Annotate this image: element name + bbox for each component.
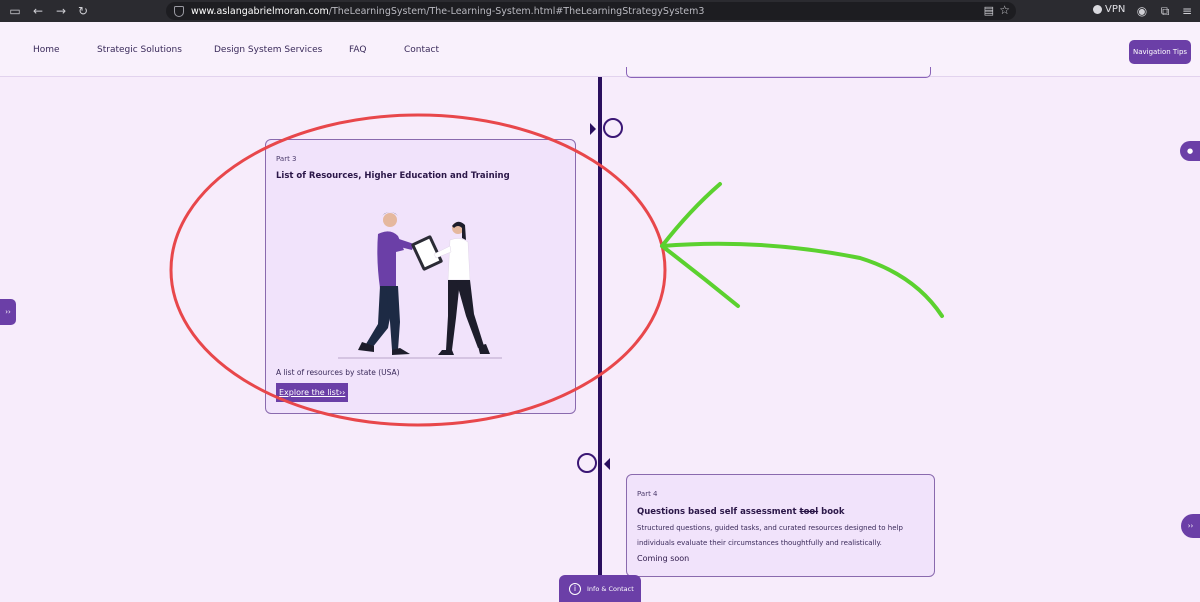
timeline-pointer-right (590, 123, 596, 135)
right-palette-tab[interactable]: ● (1180, 141, 1200, 161)
vpn-button[interactable]: VPN (1093, 4, 1125, 15)
menu-icon[interactable]: ≡ (1180, 4, 1194, 18)
shield-icon (174, 5, 184, 17)
coming-soon-label: Coming soon (637, 554, 690, 563)
card-description: A list of resources by state (USA) (276, 368, 400, 377)
browser-toolbar: ▭ ← → ↻ www.aslangabrielmoran.com/TheLea… (0, 0, 1200, 22)
nav-contact[interactable]: Contact (404, 45, 439, 55)
card-part3: Part 3 List of Resources, Higher Educati… (265, 139, 576, 414)
forward-icon[interactable]: → (54, 4, 68, 18)
nav-faq[interactable]: FAQ (349, 45, 366, 55)
card-title: Questions based self assessment tool boo… (637, 507, 845, 517)
right-side-tab[interactable]: ›› (1181, 514, 1200, 538)
green-arrow-head (660, 182, 740, 308)
nav-strategic-solutions[interactable]: Strategic Solutions (97, 45, 182, 55)
back-icon[interactable]: ← (31, 4, 45, 18)
reload-icon[interactable]: ↻ (76, 4, 90, 18)
nav-home[interactable]: Home (33, 45, 60, 55)
site-nav: Home Strategic Solutions Design System S… (0, 22, 1200, 77)
reader-mode-icon[interactable]: ▤ (984, 4, 994, 17)
nav-design-system-services[interactable]: Design System Services (214, 45, 322, 55)
green-arrow-shaft (660, 241, 944, 318)
navigation-tips-button[interactable]: Navigation Tips (1129, 40, 1191, 64)
vpn-icon (1093, 5, 1102, 14)
timeline-line (598, 77, 602, 602)
info-icon: i (569, 582, 581, 595)
info-contact-button[interactable]: i Info & Contact (559, 575, 641, 602)
card-part4: Part 4 Questions based self assessment t… (626, 474, 935, 577)
timeline-node-part4 (577, 453, 597, 473)
previous-card-edge (626, 67, 931, 78)
timeline-node-part3 (603, 118, 623, 138)
chevron-icon: ›› (1187, 522, 1194, 530)
bookmark-star-icon[interactable]: ☆ (999, 3, 1010, 17)
left-side-tab[interactable]: ›› (0, 299, 16, 325)
account-icon[interactable]: ◉ (1135, 4, 1149, 18)
people-exchanging-document-illustration (338, 212, 502, 359)
url-text: www.aslangabrielmoran.com/TheLearningSys… (191, 5, 705, 17)
timeline-pointer-left (604, 458, 610, 470)
sidebar-toggle-icon[interactable]: ▭ (8, 4, 22, 18)
explore-list-button[interactable]: Explore the list›› (276, 383, 349, 402)
palette-icon: ● (1186, 147, 1194, 155)
extensions-icon[interactable]: ⧉ (1158, 4, 1172, 18)
card-description: Structured questions, guided tasks, and … (637, 524, 903, 547)
card-title: List of Resources, Higher Education and … (276, 171, 510, 181)
address-bar[interactable]: www.aslangabrielmoran.com/TheLearningSys… (166, 2, 1016, 20)
card-part-label: Part 4 (637, 490, 658, 498)
card-part-label: Part 3 (276, 155, 297, 163)
